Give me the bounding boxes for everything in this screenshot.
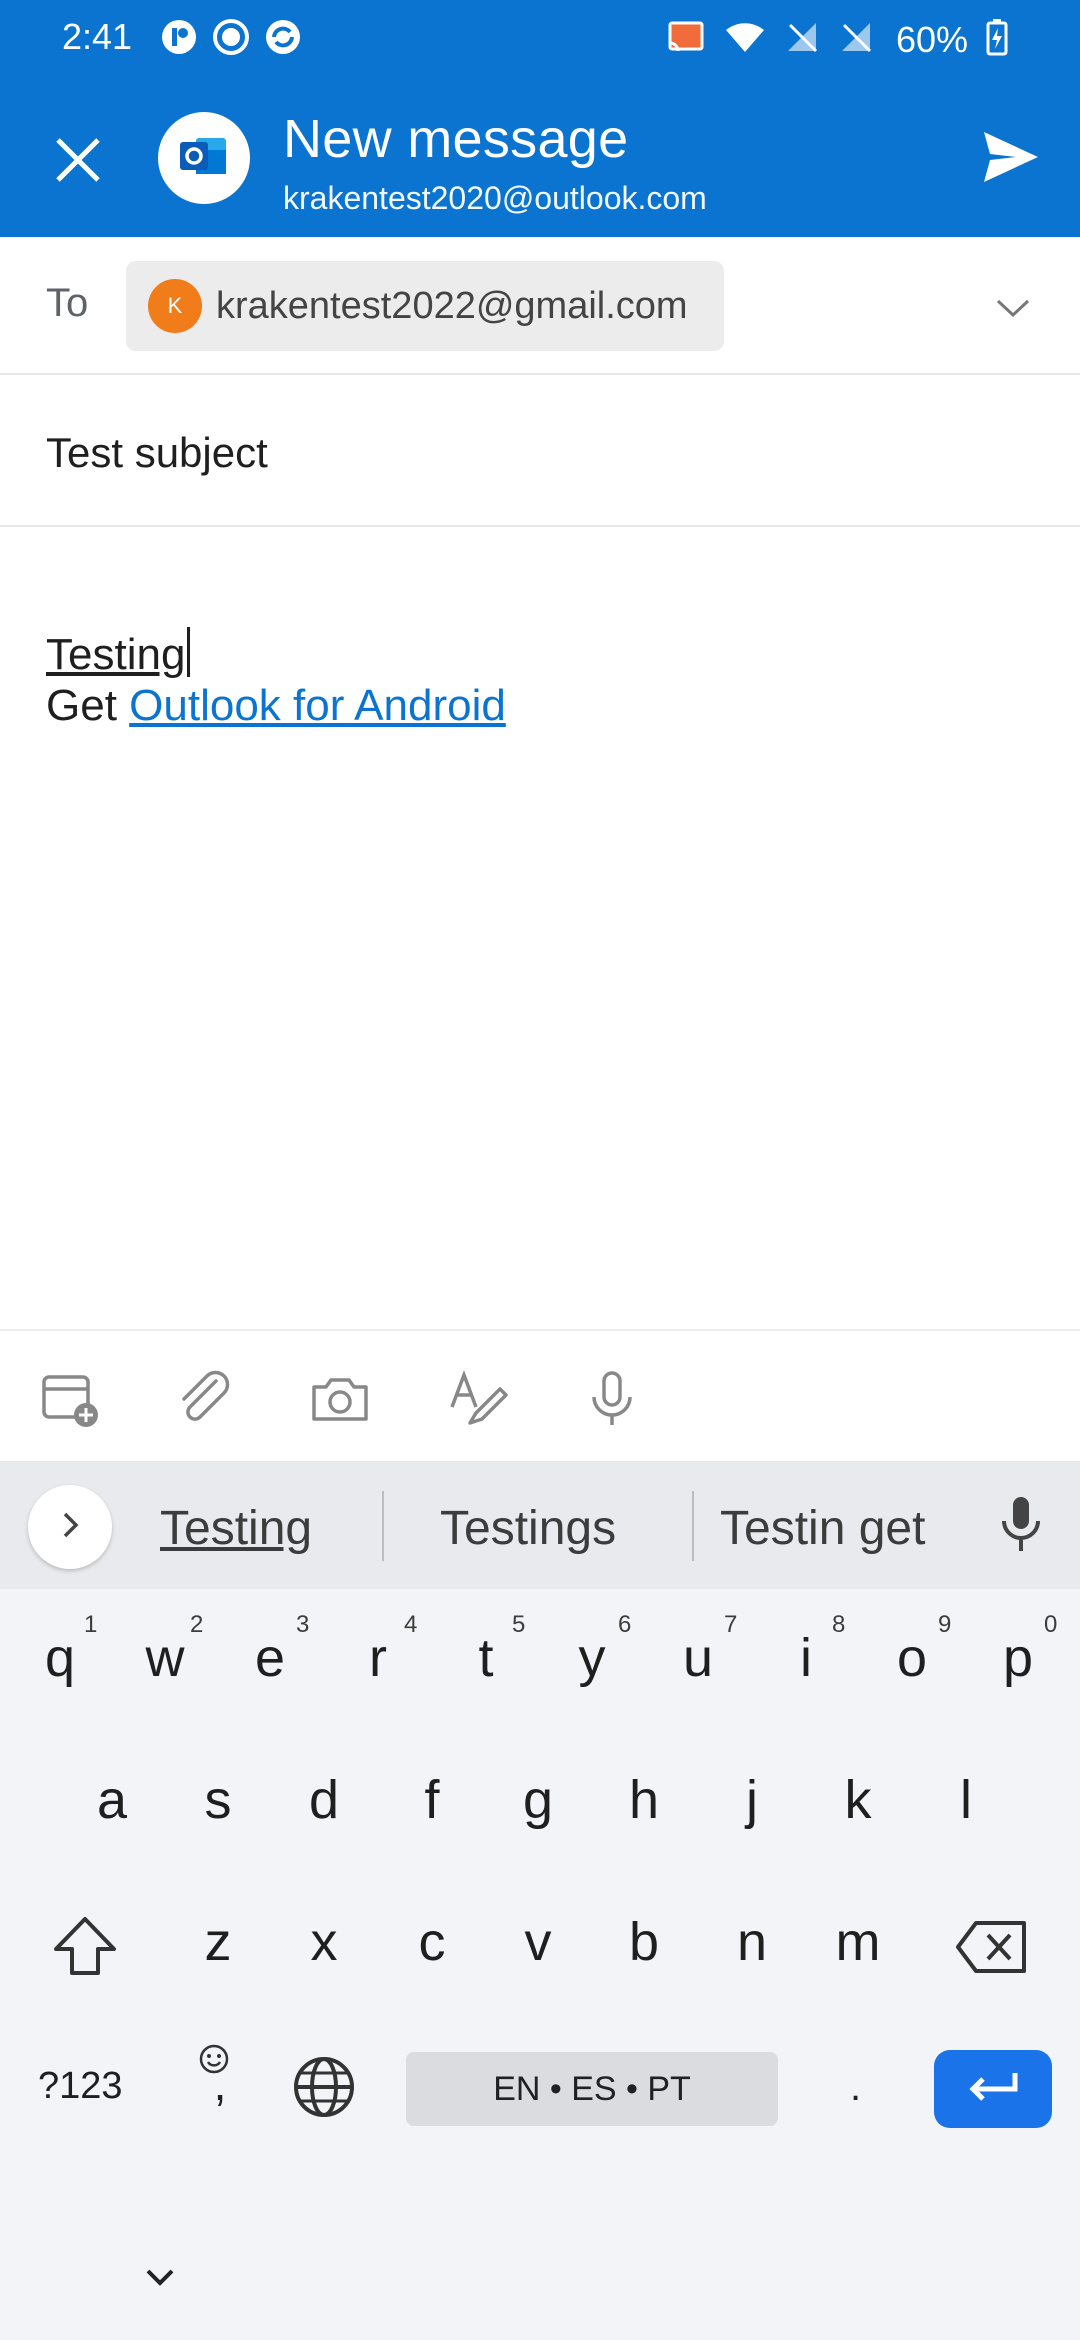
key-c[interactable]: c — [392, 1911, 472, 1973]
hide-keyboard-icon[interactable] — [140, 2263, 180, 2291]
key-hint: 9 — [938, 1611, 952, 1638]
subject-field[interactable]: Test subject — [0, 377, 1080, 527]
key-z[interactable]: z — [178, 1911, 258, 1973]
suggestion-divider — [382, 1491, 384, 1561]
recipient-address: krakentest2022@gmail.com — [216, 284, 688, 327]
subject-text: Test subject — [46, 429, 268, 476]
key-b[interactable]: b — [604, 1911, 684, 1973]
suggestion-3[interactable]: Testin get — [720, 1501, 925, 1556]
enter-key[interactable] — [934, 2050, 1052, 2128]
battery-charging-icon — [986, 18, 1008, 61]
recipient-chip[interactable]: K krakentest2022@gmail.com — [126, 261, 724, 351]
key-k[interactable]: k — [818, 1769, 898, 1831]
key-v[interactable]: v — [498, 1911, 578, 1973]
key-a[interactable]: a — [72, 1769, 152, 1831]
camera-icon[interactable] — [308, 1367, 372, 1431]
key-hint: 4 — [404, 1611, 418, 1638]
no-sim-icon — [784, 19, 820, 60]
backspace-icon[interactable] — [954, 1917, 1030, 1982]
key-s[interactable]: s — [178, 1769, 258, 1831]
key-hint: 8 — [832, 1611, 846, 1638]
text-cursor — [187, 627, 191, 677]
to-field[interactable]: To K krakentest2022@gmail.com — [0, 237, 1080, 375]
attach-icon[interactable] — [172, 1367, 236, 1431]
compose-toolbar — [0, 1329, 1080, 1461]
microphone-icon[interactable] — [998, 1495, 1044, 1553]
chevron-right-icon — [55, 1510, 85, 1545]
key-hint: 7 — [724, 1611, 738, 1638]
body-line: Testing — [46, 627, 191, 680]
sync-icon — [264, 18, 302, 61]
key-g[interactable]: g — [498, 1769, 578, 1831]
suggestion-strip: Testing Testings Testin get — [0, 1461, 1080, 1589]
outlook-logo-icon — [178, 130, 230, 187]
to-label: To — [46, 281, 89, 325]
dictation-icon[interactable] — [580, 1367, 644, 1431]
key-comma[interactable]: , — [180, 2057, 260, 2111]
cast-icon — [666, 19, 706, 60]
body-text: Testing — [46, 630, 186, 679]
space-key[interactable]: EN • ES • PT — [406, 2052, 778, 2126]
account-email: krakentest2020@outlook.com — [283, 180, 707, 216]
key-l[interactable]: l — [926, 1769, 1006, 1831]
key-d[interactable]: d — [284, 1769, 364, 1831]
shift-icon[interactable] — [50, 1913, 120, 1984]
battery-percent: 60% — [895, 18, 968, 60]
key-x[interactable]: x — [284, 1911, 364, 1973]
calendar-add-icon[interactable] — [38, 1367, 102, 1431]
suggestion-1[interactable]: Testing — [160, 1501, 312, 1556]
globe-icon[interactable] — [292, 2055, 356, 2124]
key-j[interactable]: j — [712, 1769, 792, 1831]
format-icon[interactable] — [446, 1367, 510, 1431]
app-notification-icon — [160, 18, 198, 61]
message-body[interactable]: Testing Get Outlook for Android — [0, 529, 1080, 1329]
key-h[interactable]: h — [604, 1769, 684, 1831]
status-bar: 2:41 60% — [0, 0, 1080, 80]
key-period[interactable]: . — [850, 2065, 861, 2110]
symbols-key[interactable]: ?123 — [38, 2065, 123, 2108]
signature: Get Outlook for Android — [46, 681, 506, 731]
suggestion-2[interactable]: Testings — [440, 1501, 616, 1556]
no-sim-icon — [838, 19, 874, 60]
key-hint: 5 — [512, 1611, 526, 1638]
enter-icon — [965, 2069, 1021, 2110]
record-icon — [212, 18, 250, 61]
key-m[interactable]: m — [818, 1911, 898, 1973]
key-hint: 3 — [296, 1611, 310, 1638]
on-screen-keyboard: Testing Testings Testin get q 1 w 2 e 3 … — [0, 1461, 1080, 2340]
page-title: New message — [283, 109, 629, 169]
key-hint: 2 — [190, 1611, 204, 1638]
key-n[interactable]: n — [712, 1911, 792, 1973]
space-key-label: EN • ES • PT — [493, 2069, 691, 2108]
keyboard-menu-button[interactable] — [28, 1485, 112, 1569]
close-icon[interactable] — [48, 130, 108, 190]
account-avatar[interactable] — [158, 112, 250, 204]
key-hint: 0 — [1044, 1611, 1058, 1638]
send-icon[interactable] — [980, 126, 1042, 188]
status-time: 2:41 — [62, 16, 133, 57]
recipient-avatar: K — [148, 279, 202, 333]
signature-prefix: Get — [46, 681, 117, 730]
suggestion-divider — [692, 1491, 694, 1561]
key-f[interactable]: f — [392, 1769, 472, 1831]
chevron-down-icon[interactable] — [994, 289, 1032, 327]
key-hint: 6 — [618, 1611, 632, 1638]
key-hint: 1 — [84, 1611, 98, 1638]
signature-link[interactable]: Outlook for Android — [129, 681, 506, 730]
app-header: 2:41 60% New message krakentest2020@outl… — [0, 0, 1080, 237]
wifi-icon — [724, 20, 766, 59]
